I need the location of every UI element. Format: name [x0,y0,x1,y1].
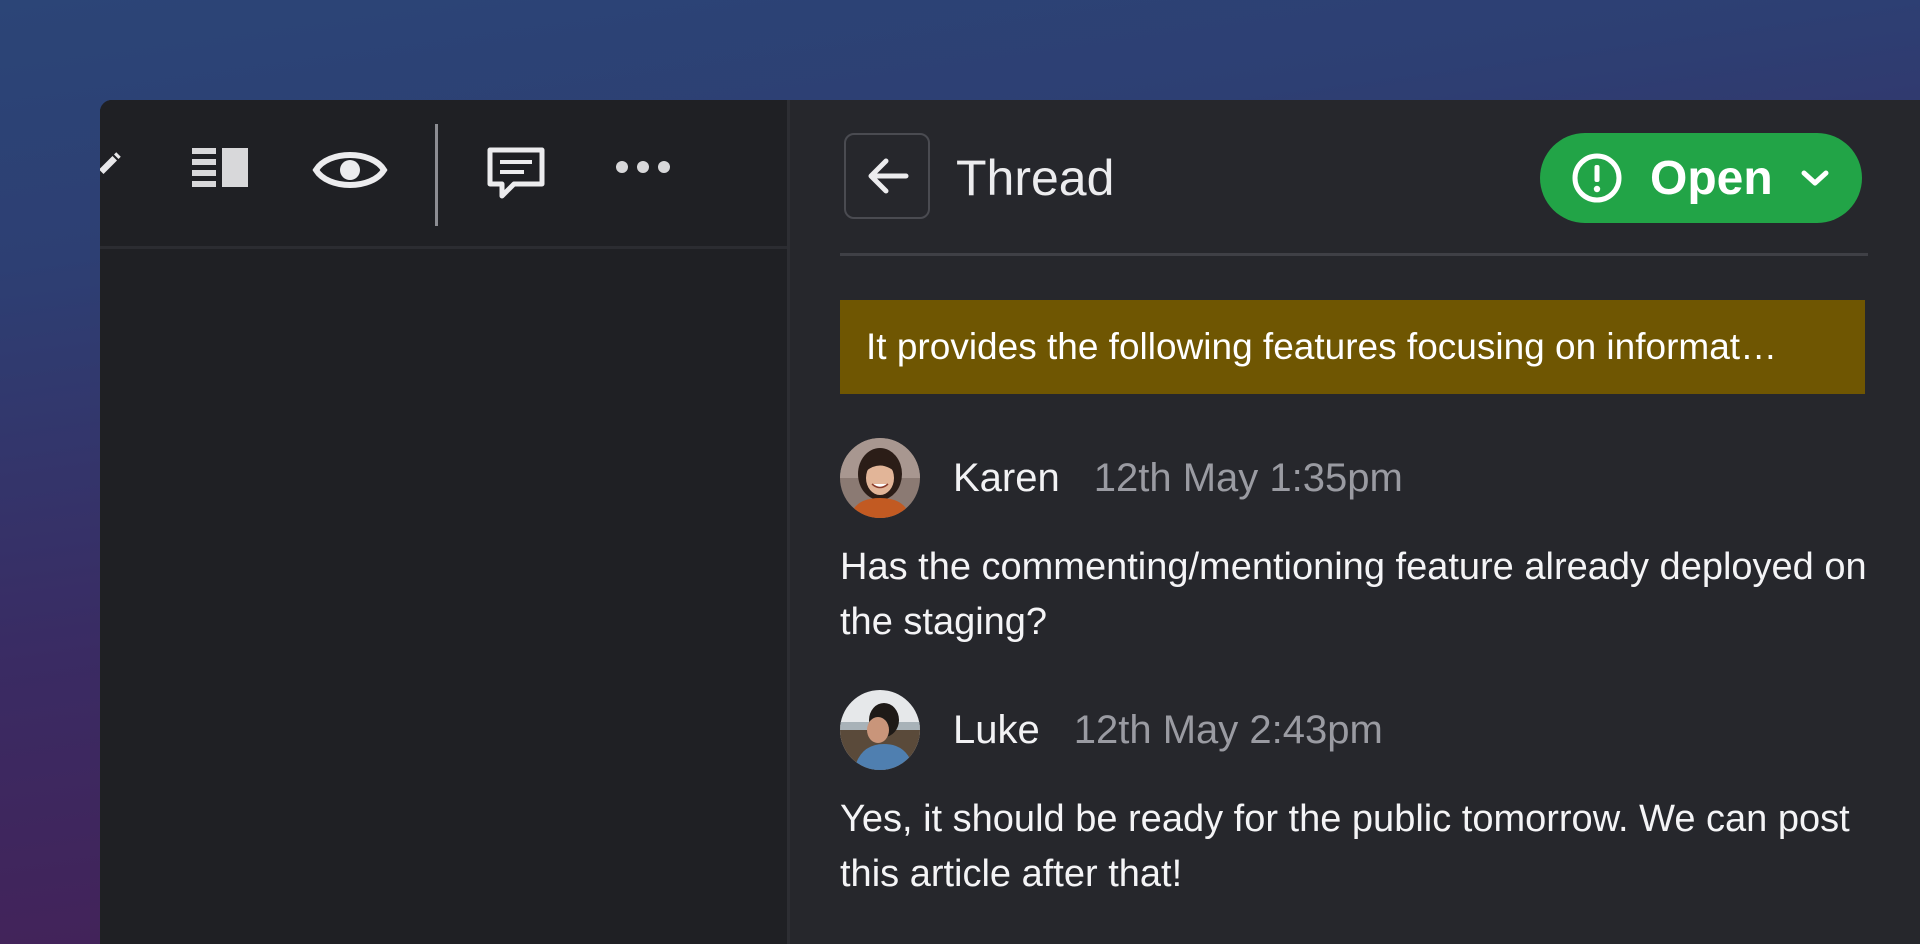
more-icon[interactable] [608,152,678,182]
comment-author[interactable]: Luke [953,708,1040,753]
avatar[interactable] [840,690,920,770]
comment-timestamp: 12th May 2:43pm [1073,707,1383,752]
status-label: Open [1650,151,1773,205]
alert-circle-icon [1570,151,1624,205]
chevron-down-icon [1799,167,1831,189]
thread-title: Thread [956,150,1115,206]
comment-author[interactable]: Karen [953,456,1060,501]
app-window: Thread Open It provides the following fe… [100,100,1920,944]
comment-timestamp: 12th May 1:35pm [1093,455,1403,500]
highlighted-quote[interactable]: It provides the following features focus… [840,300,1865,394]
comment-body: Has the commenting/mentioning feature al… [840,546,1867,643]
thread-panel: Thread Open It provides the following fe… [790,100,1920,944]
editor-toolbar [100,100,787,249]
status-dropdown-button[interactable]: Open [1540,133,1862,223]
back-button[interactable] [844,133,930,219]
comment-body: Yes, it should be ready for the public t… [840,798,1850,895]
comment-item: Karen 12th May 1:35pm Has the commenting… [840,438,1880,650]
thread-header: Thread Open [840,100,1868,256]
avatar[interactable] [840,438,920,518]
comment-item: Luke 12th May 2:43pm Yes, it should be r… [840,690,1880,902]
comment-icon[interactable] [484,144,548,202]
arrow-left-icon [864,156,910,196]
editor-pane [100,100,787,944]
pencil-icon[interactable] [100,142,126,182]
eye-icon[interactable] [312,142,388,198]
toolbar-divider [435,124,438,226]
layout-icon[interactable] [188,144,252,196]
